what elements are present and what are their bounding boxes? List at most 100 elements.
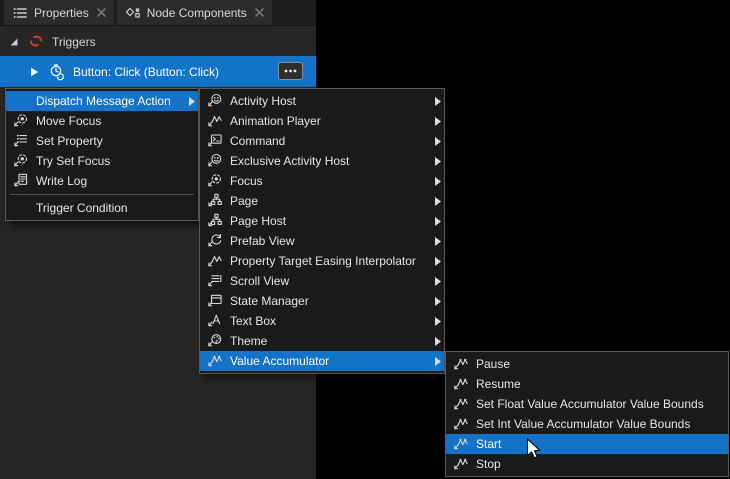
submenu-arrow-icon [431,316,441,326]
menu-item-focus[interactable]: Focus [200,171,444,191]
menu-item-label: Page [230,194,259,208]
scroll-view-icon [206,273,224,289]
close-icon[interactable] [254,8,264,17]
menu-item-label: Property Target Easing Interpolator [230,254,416,268]
focus-icon [206,173,224,189]
mouse-cursor [526,438,541,459]
page-icon [206,213,224,229]
properties-list-icon [12,5,28,21]
menu-item-label: Pause [476,357,511,371]
tab-label: Node Components [146,5,247,20]
tab-node-components[interactable]: Node Components [116,0,272,25]
menu-item-text-box[interactable]: Text Box [200,311,444,331]
menu-item-page[interactable]: Page [200,191,444,211]
focus-icon [12,153,30,169]
submenu-arrow-icon [431,336,441,346]
menu-item-value-accumulator[interactable]: Value Accumulator [200,351,444,371]
close-icon[interactable] [96,8,106,17]
menu-item-label: Prefab View [230,234,295,248]
set-property-icon [12,133,30,149]
menu-item-set-property[interactable]: Set Property [6,131,198,151]
menu-item-label: Trigger Condition [36,201,128,215]
menu-item-move-focus[interactable]: Move Focus [6,111,198,131]
menu-item-resume[interactable]: Resume [446,374,728,394]
menu-item-write-log[interactable]: Write Log [6,171,198,191]
menu-item-animation-player[interactable]: Animation Player [200,111,444,131]
submenu-arrow-icon [431,256,441,266]
menu-item-property-target-easing-interpolator[interactable]: Property Target Easing Interpolator [200,251,444,271]
ellipsis-icon [284,69,297,73]
submenu-arrow-icon [431,356,441,366]
node-components-icon [125,5,141,21]
activity-host-icon [206,153,224,169]
expander-expanded-icon[interactable] [8,36,20,48]
theme-icon [206,333,224,349]
menu-item-set-float-value-accumulator-value-bounds[interactable]: Set Float Value Accumulator Value Bounds [446,394,728,414]
menu-item-stop[interactable]: Stop [446,454,728,474]
kanzi-editor-screen: Properties Node Components Triggers Butt… [0,0,730,479]
menu-item-label: Move Focus [36,114,102,128]
value-accumulator-icon [452,376,470,392]
menu-item-label: State Manager [230,294,309,308]
value-accumulator-submenu: Pause Resume Set Float Value Accumulator V… [445,351,729,477]
submenu-arrow-icon [431,296,441,306]
menu-item-label: Scroll View [230,274,290,288]
menu-item-page-host[interactable]: Page Host [200,211,444,231]
menu-item-label: Animation Player [230,114,321,128]
menu-item-label: Set Property [36,134,103,148]
menu-item-state-manager[interactable]: State Manager [200,291,444,311]
menu-item-prefab-view[interactable]: Prefab View [200,231,444,251]
animation-icon [206,113,224,129]
value-accumulator-icon [452,356,470,372]
submenu-arrow-icon [431,156,441,166]
activity-host-icon [206,93,224,109]
triggers-header-label: Triggers [52,34,96,49]
value-accumulator-icon [206,353,224,369]
trigger-item-button-click[interactable]: Button: Click (Button: Click) [0,56,316,87]
triggers-icon [28,34,44,50]
menu-item-label: Exclusive Activity Host [230,154,350,168]
menu-item-try-set-focus[interactable]: Try Set Focus [6,151,198,171]
menu-item-theme[interactable]: Theme [200,331,444,351]
value-accumulator-icon [452,396,470,412]
menu-item-trigger-condition[interactable]: Trigger Condition [6,198,198,218]
tab-properties[interactable]: Properties [4,0,114,25]
menu-item-scroll-view[interactable]: Scroll View [200,271,444,291]
submenu-arrow-icon [431,236,441,246]
menu-item-label: Set Float Value Accumulator Value Bounds [476,397,704,411]
menu-item-label: Set Int Value Accumulator Value Bounds [476,417,691,431]
menu-item-label: Try Set Focus [36,154,111,168]
animation-icon [206,253,224,269]
focus-icon [12,113,30,129]
value-accumulator-icon [452,436,470,452]
prefab-view-icon [206,233,224,249]
menu-item-dispatch-message-action[interactable]: Dispatch Message Action [6,91,198,111]
write-log-icon [12,173,30,189]
submenu-arrow-icon [185,96,195,106]
menu-item-label: Resume [476,377,521,391]
panel-tab-bar: Properties Node Components [0,0,316,26]
submenu-arrow-icon [431,196,441,206]
menu-item-label: Command [230,134,286,148]
icon-placeholder [12,200,30,216]
menu-item-label: Focus [230,174,263,188]
expander-collapsed-icon[interactable] [29,66,39,78]
menu-item-pause[interactable]: Pause [446,354,728,374]
menu-item-label: Text Box [230,314,277,328]
text-box-icon [206,313,224,329]
more-options-button[interactable] [278,62,303,80]
menu-item-exclusive-activity-host[interactable]: Exclusive Activity Host [200,151,444,171]
menu-item-label: Value Accumulator [230,354,330,368]
menu-item-command[interactable]: Command [200,131,444,151]
triggers-section-header[interactable]: Triggers [0,27,316,56]
menu-item-label: Dispatch Message Action [36,94,171,108]
menu-item-label: Write Log [36,174,88,188]
dispatch-message-action-submenu: Activity Host Animation Player Command Excl… [199,88,445,374]
tab-label: Properties [34,5,89,20]
submenu-arrow-icon [431,96,441,106]
menu-item-start[interactable]: Start [446,434,728,454]
trigger-context-menu: Dispatch Message Action Move Focus Set Pro… [5,88,199,221]
trigger-item-label: Button: Click (Button: Click) [73,64,220,79]
menu-item-set-int-value-accumulator-value-bounds[interactable]: Set Int Value Accumulator Value Bounds [446,414,728,434]
menu-item-activity-host[interactable]: Activity Host [200,91,444,111]
